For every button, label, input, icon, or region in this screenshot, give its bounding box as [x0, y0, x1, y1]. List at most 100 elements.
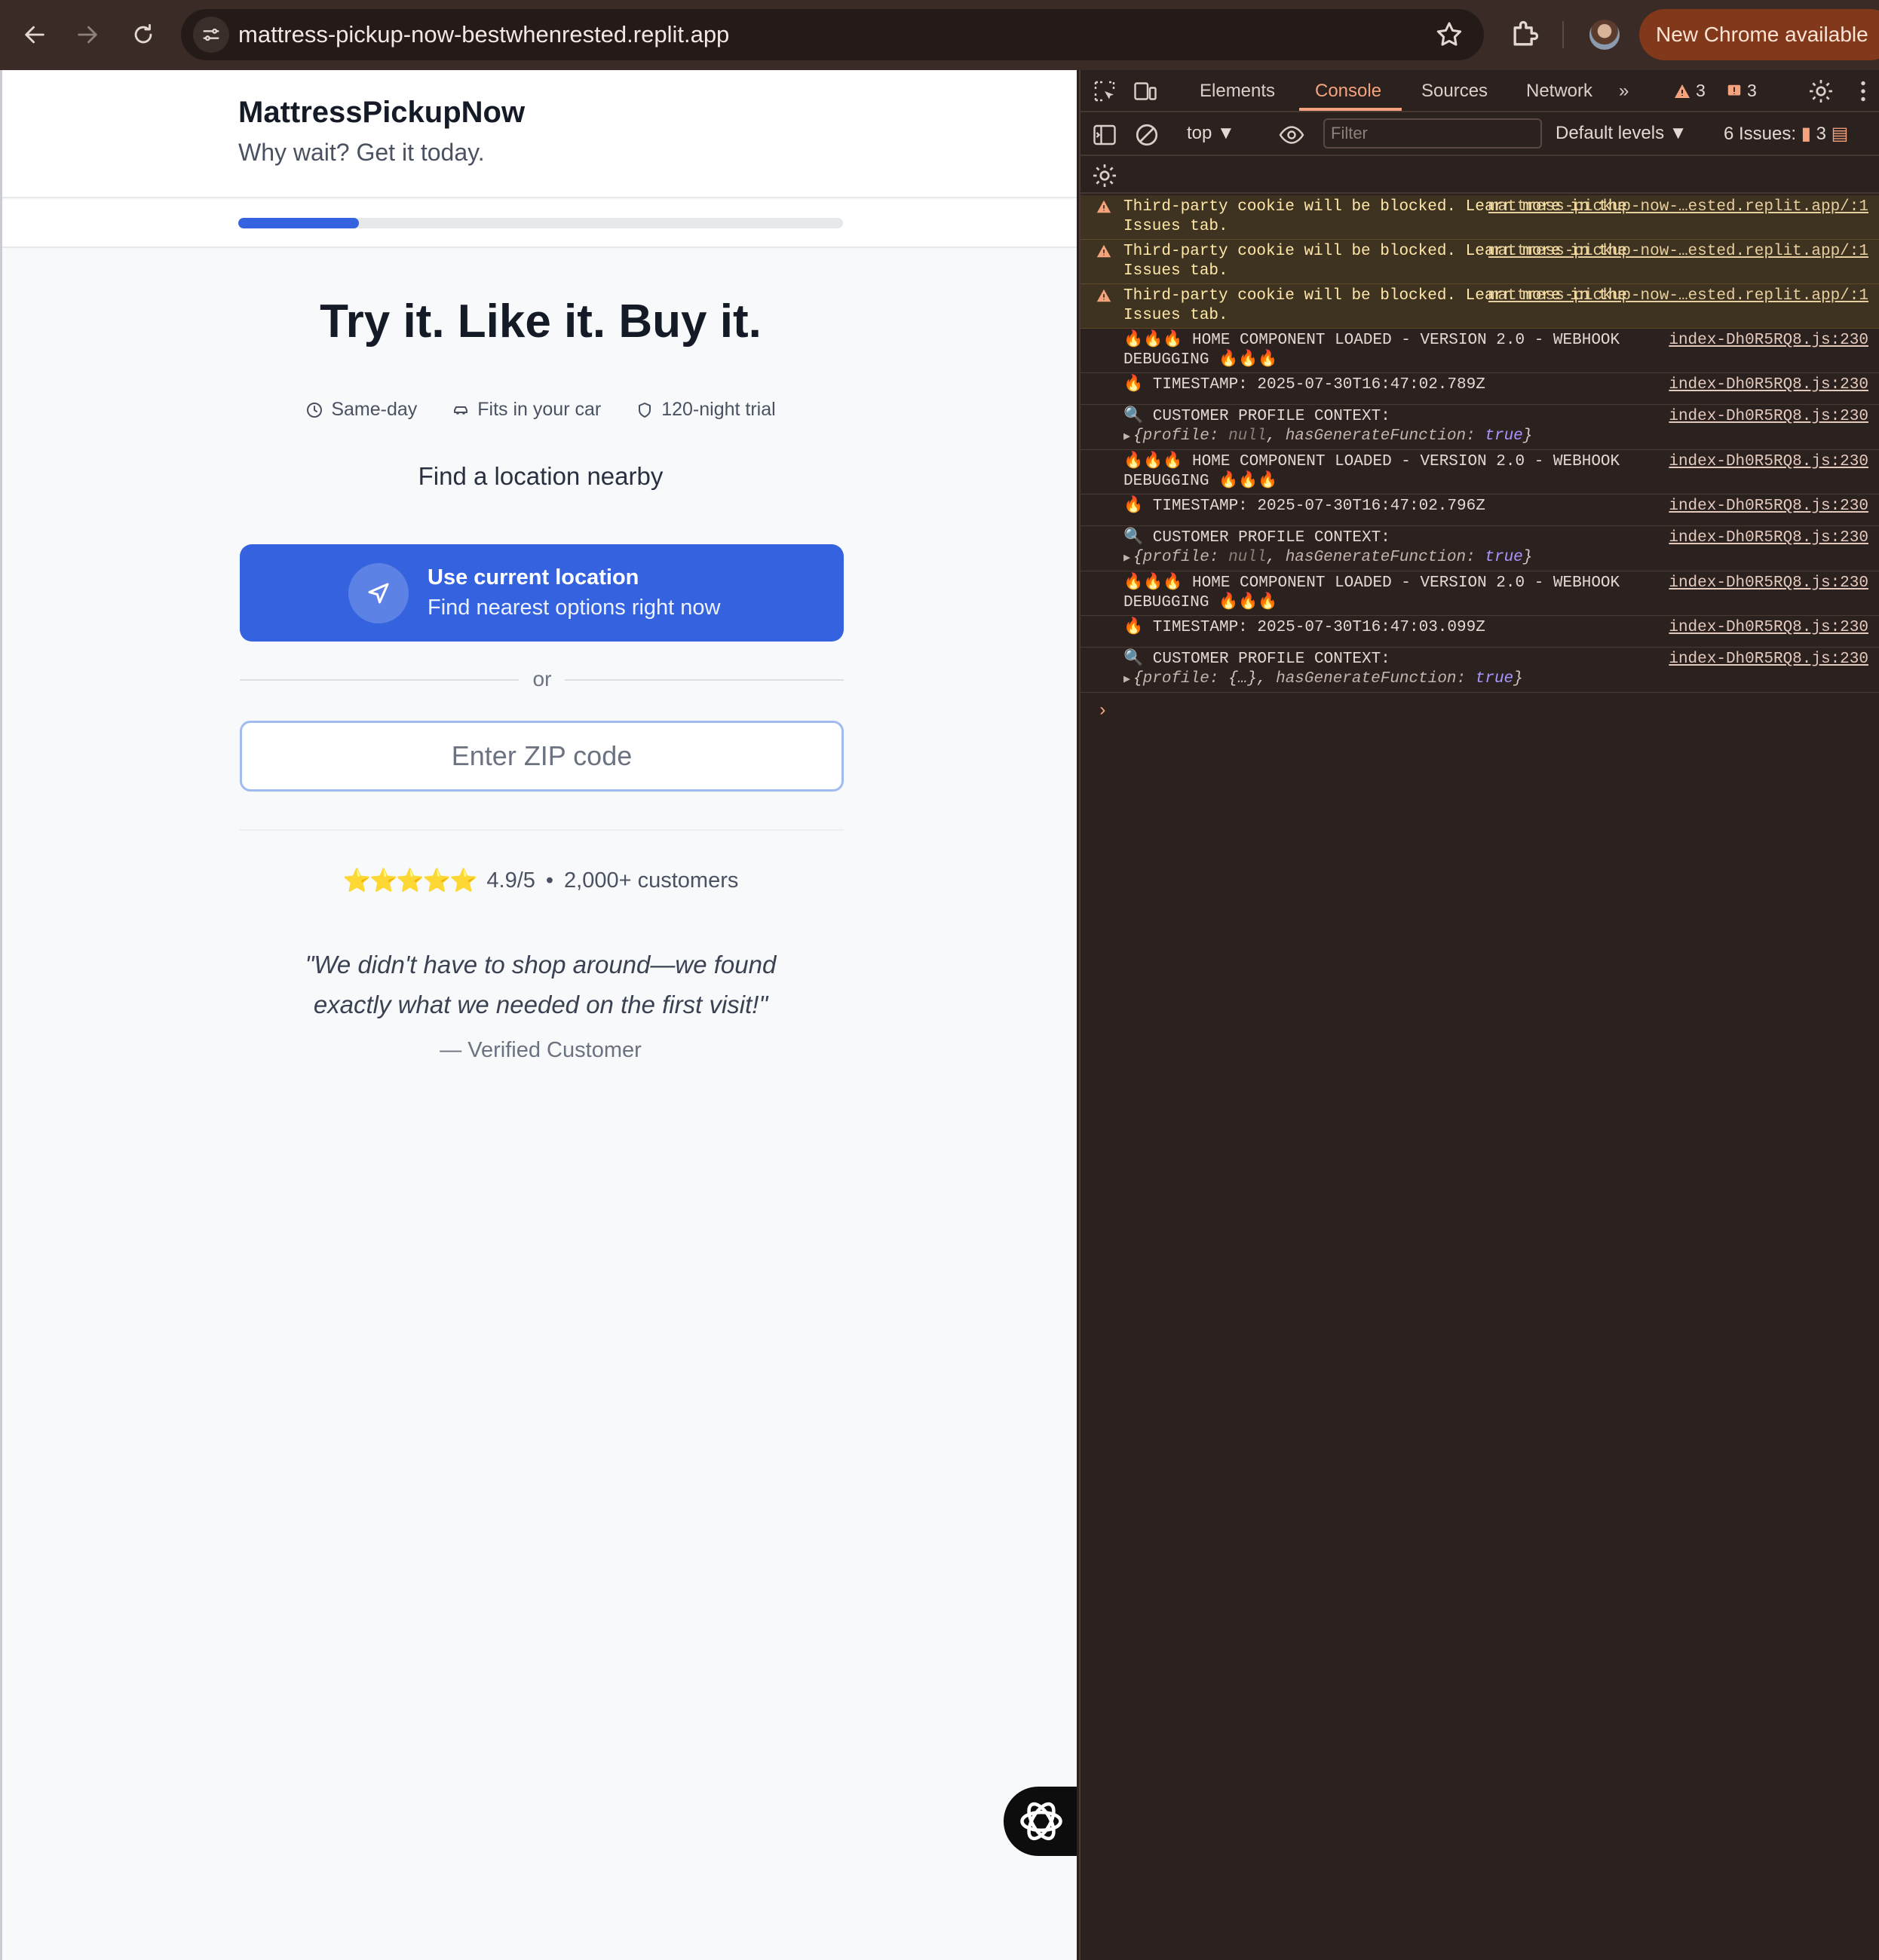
- object-value: true: [1485, 427, 1523, 445]
- console-message-text[interactable]: 🔍 CUSTOMER PROFILE CONTEXT:: [1123, 528, 1651, 548]
- log-levels-dropdown[interactable]: Default levels ▼: [1556, 123, 1687, 144]
- or-divider-right: [565, 679, 844, 681]
- page-headline: Try it. Like it. Buy it.: [320, 296, 762, 348]
- sidebar-toggle-icon[interactable]: [1091, 121, 1118, 149]
- object-key: profile:: [1142, 670, 1229, 688]
- error-flag-icon: [1727, 84, 1741, 95]
- console-message-text[interactable]: 🔥 TIMESTAMP: 2025-07-30T16:47:02.796Z: [1123, 497, 1651, 516]
- tagline: Why wait? Get it today.: [238, 139, 485, 166]
- console-filter-input[interactable]: [1323, 118, 1542, 149]
- tab-elements[interactable]: Elements: [1200, 81, 1275, 102]
- tab-console[interactable]: Console: [1315, 81, 1381, 102]
- dropdown-caret-icon: ▼: [1217, 123, 1235, 143]
- forward-button[interactable]: [69, 17, 106, 53]
- console-message-text[interactable]: 🔥 TIMESTAMP: 2025-07-30T16:47:03.099Z: [1123, 618, 1651, 638]
- console-message-text[interactable]: 🔍 CUSTOMER PROFILE CONTEXT:: [1123, 650, 1651, 669]
- console-log-message: 🔥 TIMESTAMP: 2025-07-30T16:47:02.796Z ind…: [1081, 495, 1879, 526]
- shield-icon: [639, 402, 651, 418]
- console-source-link[interactable]: mattress-pickup-now-…ested.replit.app/:1: [1488, 198, 1868, 217]
- console-source-link[interactable]: index-Dh0R5RQ8.js:230: [1669, 528, 1868, 548]
- console-source-link[interactable]: mattress-pickup-now-…ested.replit.app/:1: [1488, 242, 1868, 262]
- more-options-icon[interactable]: [1850, 78, 1877, 105]
- use-current-location-button[interactable]: Use current location Find nearest option…: [240, 544, 844, 642]
- or-divider-left: [240, 679, 519, 681]
- feature-label: Same-day: [331, 399, 418, 420]
- rating-separator: •: [545, 868, 554, 893]
- brand-logo-text[interactable]: MattressPickupNow: [238, 96, 525, 130]
- tab-sources[interactable]: Sources: [1421, 81, 1488, 102]
- warning-triangle-icon: [1096, 198, 1112, 215]
- chrome-update-button[interactable]: New Chrome available: [1639, 9, 1879, 60]
- console-source-link[interactable]: index-Dh0R5RQ8.js:230: [1669, 497, 1868, 516]
- console-message-text[interactable]: 🔥🔥🔥 HOME COMPONENT LOADED - VERSION 2.0 …: [1123, 452, 1651, 492]
- reload-button[interactable]: [125, 17, 161, 53]
- device-toggle-icon[interactable]: [1132, 78, 1159, 105]
- feature-fits-car: Fits in your car: [452, 399, 601, 421]
- console-object-preview[interactable]: ▶ {profile: null, hasGenerateFunction: tr…: [1123, 548, 1868, 568]
- console-source-link[interactable]: index-Dh0R5RQ8.js:230: [1669, 574, 1868, 593]
- location-button-title: Use current location: [428, 565, 639, 590]
- warnings-badge[interactable]: 3: [1673, 81, 1706, 101]
- console-warning-message: Third-party cookie will be blocked. Lear…: [1081, 195, 1879, 240]
- expand-triangle-icon[interactable]: ▶: [1123, 673, 1130, 686]
- object-value: true: [1475, 670, 1514, 688]
- console-source-link[interactable]: index-Dh0R5RQ8.js:230: [1669, 618, 1868, 638]
- active-tab-indicator: [1299, 108, 1402, 111]
- console-source-link[interactable]: index-Dh0R5RQ8.js:230: [1669, 331, 1868, 351]
- profile-avatar[interactable]: [1589, 20, 1620, 50]
- console-source-link[interactable]: index-Dh0R5RQ8.js:230: [1669, 452, 1868, 472]
- location-icon-circle: [348, 563, 409, 623]
- extensions-puzzle-icon[interactable]: [1508, 18, 1541, 51]
- address-bar[interactable]: mattress-pickup-now-bestwhenrested.repli…: [181, 9, 1484, 60]
- console-message-text[interactable]: 🔥 TIMESTAMP: 2025-07-30T16:47:02.789Z: [1123, 375, 1651, 395]
- issues-counter[interactable]: 6 Issues: ▮ 3 ▤: [1724, 123, 1848, 145]
- tab-network[interactable]: Network: [1526, 81, 1592, 102]
- dropdown-caret-icon: ▼: [1669, 123, 1687, 143]
- url-text[interactable]: mattress-pickup-now-bestwhenrested.repli…: [238, 21, 729, 48]
- console-prompt[interactable]: ›: [1081, 693, 1879, 721]
- progress-bar: [238, 218, 843, 228]
- chat-widget-button[interactable]: [1004, 1787, 1077, 1856]
- console-source-link[interactable]: mattress-pickup-now-…ested.replit.app/:1: [1488, 286, 1868, 306]
- expand-triangle-icon[interactable]: ▶: [1123, 430, 1130, 443]
- expand-triangle-icon[interactable]: ▶: [1123, 552, 1130, 565]
- warning-triangle-icon: [1096, 287, 1112, 304]
- bookmark-star-icon[interactable]: [1434, 20, 1464, 50]
- devtools-panel: Elements Console Sources Network » 3 3 t…: [1079, 70, 1879, 1960]
- console-source-link[interactable]: index-Dh0R5RQ8.js:230: [1669, 407, 1868, 427]
- warning-count: 3: [1696, 81, 1706, 100]
- location-button-subtitle: Find nearest options right now: [428, 596, 721, 620]
- live-expression-eye-icon[interactable]: [1278, 121, 1305, 149]
- rating-score: 4.9/5: [486, 868, 535, 893]
- console-warning-message: Third-party cookie will be blocked. Lear…: [1081, 284, 1879, 329]
- warning-triangle-icon: [1675, 84, 1690, 98]
- console-message-text[interactable]: 🔥🔥🔥 HOME COMPONENT LOADED - VERSION 2.0 …: [1123, 331, 1651, 370]
- back-button[interactable]: [17, 17, 53, 53]
- arrow-right-icon: [78, 26, 97, 44]
- console-message-text[interactable]: 🔍 CUSTOMER PROFILE CONTEXT:: [1123, 407, 1651, 427]
- console-object-preview[interactable]: ▶ {profile: null, hasGenerateFunction: tr…: [1123, 427, 1868, 447]
- console-message-text[interactable]: 🔥🔥🔥 HOME COMPONENT LOADED - VERSION 2.0 …: [1123, 574, 1651, 613]
- console-log-message: 🔥🔥🔥 HOME COMPONENT LOADED - VERSION 2.0 …: [1081, 450, 1879, 495]
- clear-console-icon[interactable]: [1133, 121, 1160, 149]
- site-info-button[interactable]: [193, 17, 229, 53]
- find-location-heading: Find a location nearby: [418, 462, 664, 490]
- context-selector[interactable]: top ▼: [1187, 123, 1235, 144]
- console-log-message: 🔍 CUSTOMER PROFILE CONTEXT: ▶ {profile: nu…: [1081, 526, 1879, 571]
- errors-badge[interactable]: 3: [1726, 81, 1757, 101]
- console-source-link[interactable]: index-Dh0R5RQ8.js:230: [1669, 650, 1868, 669]
- rating-summary: ⭐⭐⭐⭐⭐ 4.9/5 • 2,000+ customers: [2, 868, 1077, 894]
- more-tabs-chevron-icon[interactable]: »: [1619, 81, 1629, 102]
- clock-icon: [307, 402, 323, 418]
- feature-trial: 120-night trial: [636, 399, 776, 421]
- inspect-element-icon[interactable]: [1091, 78, 1118, 105]
- site-header: MattressPickupNow Why wait? Get it today…: [2, 70, 1077, 198]
- console-object-preview[interactable]: ▶ {profile: {…}, hasGenerateFunction: tru…: [1123, 669, 1868, 690]
- object-key: profile:: [1142, 427, 1229, 445]
- testimonial-attribution: — Verified Customer: [440, 1038, 642, 1062]
- object-key: hasGenerateFunction:: [1276, 670, 1476, 688]
- settings-gear-icon[interactable]: [1807, 78, 1835, 105]
- zip-code-input[interactable]: [240, 721, 844, 792]
- console-settings-gear-icon[interactable]: [1091, 162, 1118, 189]
- console-source-link[interactable]: index-Dh0R5RQ8.js:230: [1669, 375, 1868, 395]
